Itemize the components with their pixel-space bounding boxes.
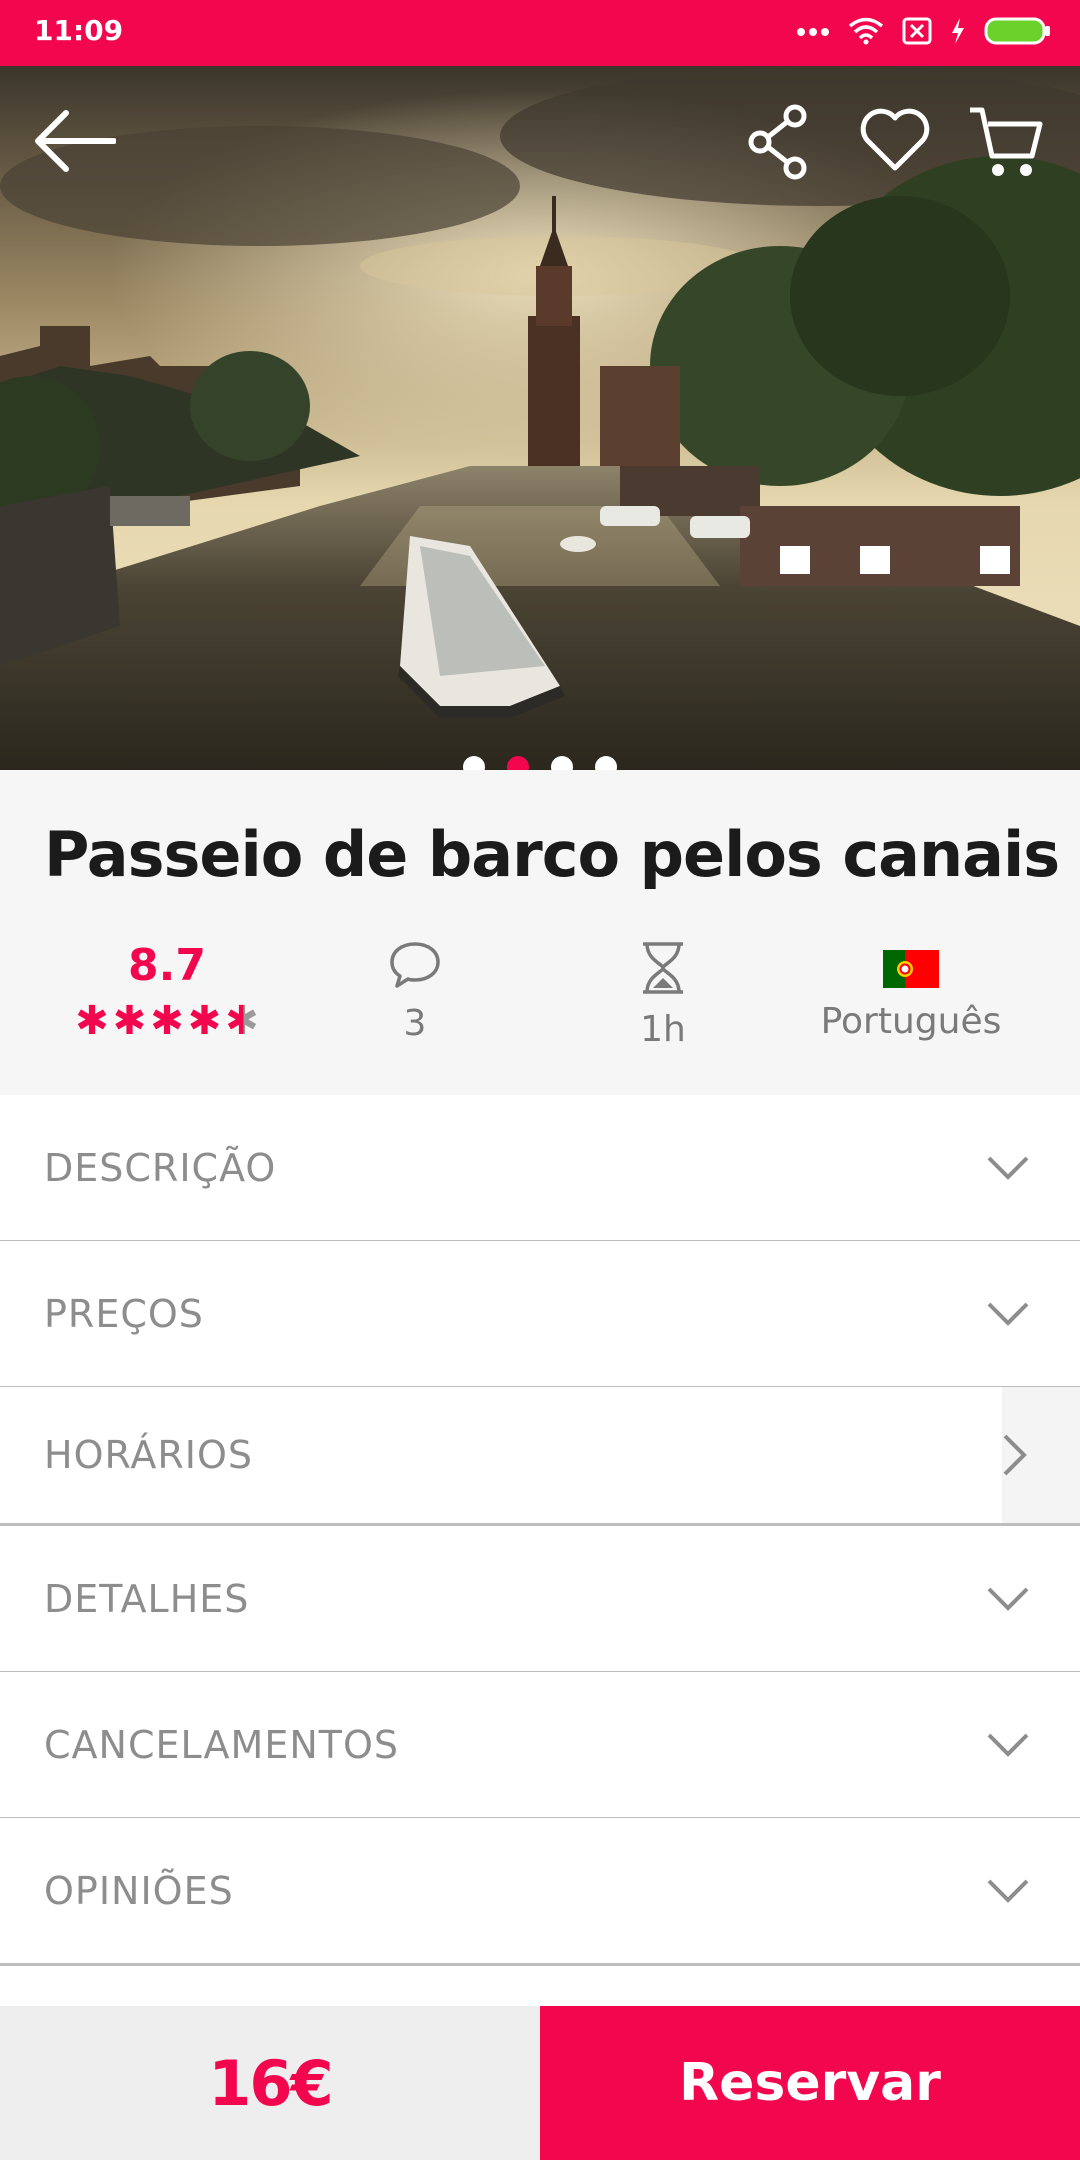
booking-bar: 16€ Reservar	[0, 2006, 1080, 2160]
language-value: Português	[820, 1001, 1002, 1042]
star-icon: ✱	[187, 999, 222, 1043]
section-label: HORÁRIOS	[44, 1433, 253, 1477]
star-icon: ✱	[75, 999, 109, 1043]
page-title: Passeio de barco pelos canais	[44, 818, 1060, 891]
hero-image[interactable]	[0, 66, 1080, 770]
rating-stars: ✱ ✱ ✱ ✱ ✱	[42, 1001, 292, 1041]
share-button[interactable]	[745, 102, 815, 182]
status-time: 11:09	[34, 14, 124, 47]
wifi-icon	[848, 17, 884, 50]
rating-stat[interactable]: 8.7 ✱ ✱ ✱ ✱ ✱	[42, 940, 292, 1041]
half-star-icon: ✱	[225, 999, 259, 1043]
heart-icon	[860, 108, 930, 171]
reviews-count: 3	[403, 1003, 427, 1044]
info-panel: Passeio de barco pelos canais 8.7 ✱ ✱ ✱ …	[0, 770, 1080, 1098]
carousel-dot[interactable]	[463, 756, 485, 770]
section-label: CANCELAMENTOS	[44, 1722, 399, 1767]
reserve-button[interactable]: Reservar	[540, 2006, 1080, 2160]
cart-button[interactable]	[966, 102, 1046, 182]
duration-stat: 1h	[538, 940, 788, 1050]
more-dots-icon	[796, 24, 830, 42]
carousel-dots	[0, 756, 1080, 770]
cart-icon	[970, 107, 1043, 176]
chevron-down-icon	[987, 1302, 1029, 1326]
star-icon: ✱	[112, 999, 147, 1043]
section-label: OPINIÕES	[44, 1868, 234, 1913]
back-button[interactable]	[30, 96, 120, 186]
price-label: 16€	[0, 2006, 540, 2160]
carousel-dot[interactable]	[551, 756, 573, 770]
section-label: DESCRIÇÃO	[44, 1145, 277, 1190]
comment-icon	[390, 942, 440, 988]
status-bar: 11:09	[0, 0, 1080, 66]
reviews-stat[interactable]: 3	[290, 940, 540, 1044]
rating-score: 8.7	[128, 940, 206, 991]
section-details[interactable]: DETALHES	[0, 1526, 1080, 1674]
section-label: PREÇOS	[44, 1291, 204, 1336]
section-cancellations[interactable]: CANCELAMENTOS	[0, 1672, 1080, 1820]
section-label: DETALHES	[44, 1576, 250, 1621]
language-stat: Português	[786, 940, 1036, 1042]
carousel-dot-active[interactable]	[507, 756, 529, 770]
charging-icon	[950, 17, 966, 50]
chevron-right-icon	[1003, 1434, 1027, 1476]
chevron-down-icon	[987, 1587, 1029, 1611]
star-icon: ✱	[150, 999, 184, 1043]
duration-value: 1h	[640, 1009, 686, 1050]
arrow-left-icon	[35, 110, 116, 172]
share-icon	[748, 104, 807, 180]
portugal-flag-icon	[883, 950, 939, 988]
chevron-down-icon	[987, 1733, 1029, 1757]
carousel-dot[interactable]	[595, 756, 617, 770]
section-description[interactable]: DESCRIÇÃO	[0, 1095, 1080, 1243]
section-reviews[interactable]: OPINIÕES	[0, 1818, 1080, 1966]
section-prices[interactable]: PREÇOS	[0, 1241, 1080, 1389]
status-icons	[796, 14, 1052, 52]
section-schedule[interactable]: HORÁRIOS	[0, 1387, 1080, 1526]
chevron-down-icon	[987, 1879, 1029, 1903]
hourglass-icon	[643, 942, 683, 994]
chevron-down-icon	[987, 1156, 1029, 1180]
favorite-button[interactable]	[855, 106, 935, 176]
battery-icon	[984, 16, 1052, 51]
sim-off-icon	[902, 17, 932, 50]
